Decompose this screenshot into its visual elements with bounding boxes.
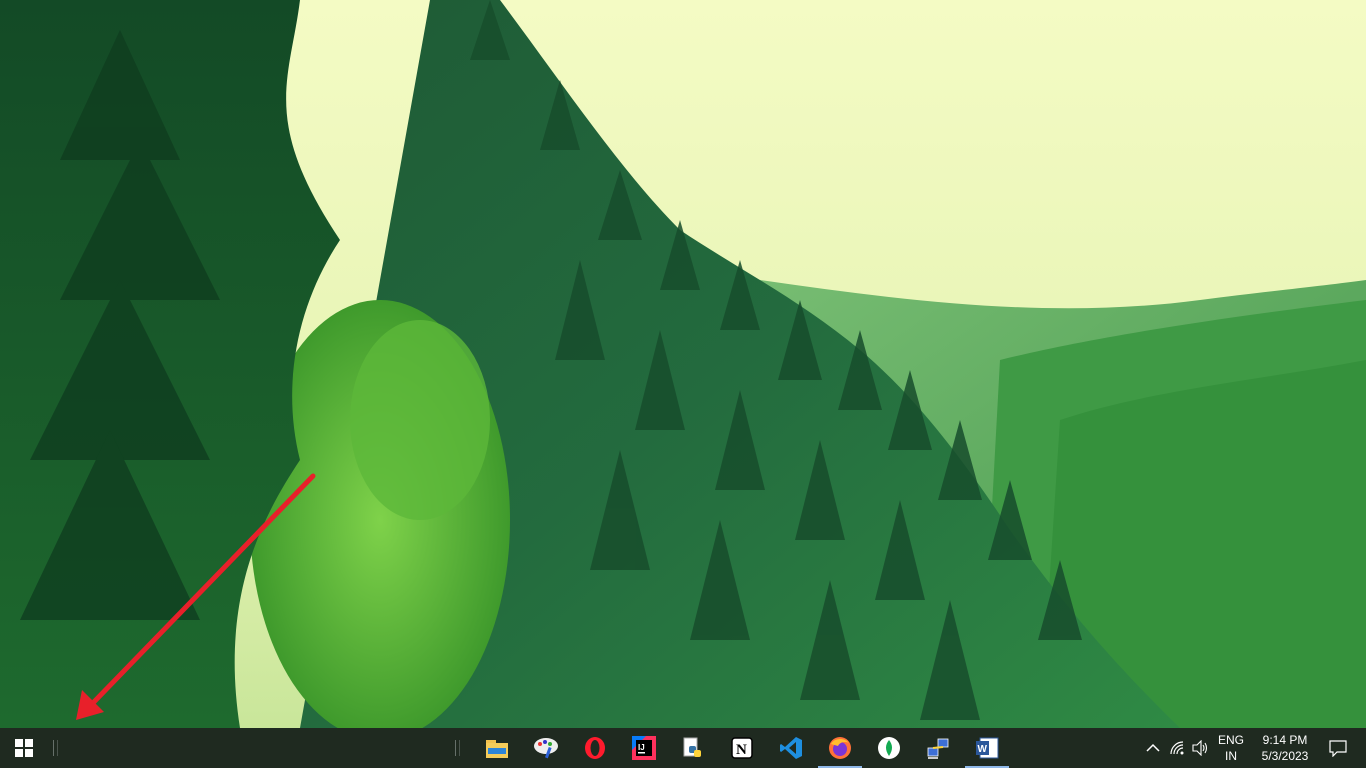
taskbar-app-file-explorer[interactable] [473, 728, 521, 768]
taskbar-separator [53, 740, 58, 756]
svg-text:IJ: IJ [638, 743, 645, 752]
taskbar-app-paint[interactable] [522, 728, 570, 768]
windows-logo-icon [15, 739, 33, 757]
taskbar-app-vscode[interactable] [767, 728, 815, 768]
file-explorer-icon [486, 740, 508, 758]
word-icon: W [976, 737, 999, 759]
notion-icon: N [731, 737, 753, 759]
taskbar-app-opera[interactable] [571, 728, 619, 768]
svg-text:W: W [978, 744, 988, 755]
clock-time: 9:14 PM [1262, 733, 1308, 747]
taskbar-app-mongodb[interactable] [865, 728, 913, 768]
chevron-up-icon [1146, 743, 1160, 752]
taskbar-separator [455, 740, 460, 756]
network-tool-icon [927, 738, 949, 759]
action-center-button[interactable] [1318, 728, 1358, 768]
firefox-icon [829, 737, 851, 759]
taskbar-app-python[interactable] [669, 728, 717, 768]
language-code: ENG [1217, 733, 1244, 747]
wifi-icon [1170, 741, 1184, 755]
show-hidden-icons-button[interactable] [1142, 728, 1164, 768]
taskbar-app-network-tool[interactable] [914, 728, 962, 768]
paint-icon [534, 738, 558, 759]
intellij-icon: IJ [632, 736, 656, 760]
start-button[interactable] [0, 728, 48, 768]
taskbar-clock[interactable]: 9:14 PM 5/3/2023 [1252, 732, 1318, 764]
language-region: IN [1225, 749, 1237, 763]
taskbar: IJ N W ENG IN 9:14 PM 5/3/2023 [0, 728, 1366, 768]
mongodb-icon [878, 737, 900, 759]
svg-text:N: N [736, 742, 747, 758]
taskbar-app-word[interactable]: W [963, 728, 1011, 768]
action-center-icon [1329, 739, 1347, 757]
taskbar-app-intellij[interactable]: IJ [620, 728, 668, 768]
speaker-icon [1192, 740, 1208, 756]
volume-button[interactable] [1190, 728, 1212, 768]
wallpaper-image [0, 0, 1366, 728]
python-icon [683, 737, 701, 757]
opera-icon [585, 737, 605, 759]
vscode-icon [780, 737, 802, 759]
taskbar-app-notion[interactable]: N [718, 728, 766, 768]
network-status-button[interactable] [1166, 728, 1188, 768]
clock-date: 5/3/2023 [1261, 749, 1309, 763]
desktop-wallpaper [0, 0, 1366, 728]
taskbar-app-firefox[interactable] [816, 728, 864, 768]
input-language-indicator[interactable]: ENG IN [1212, 732, 1250, 764]
